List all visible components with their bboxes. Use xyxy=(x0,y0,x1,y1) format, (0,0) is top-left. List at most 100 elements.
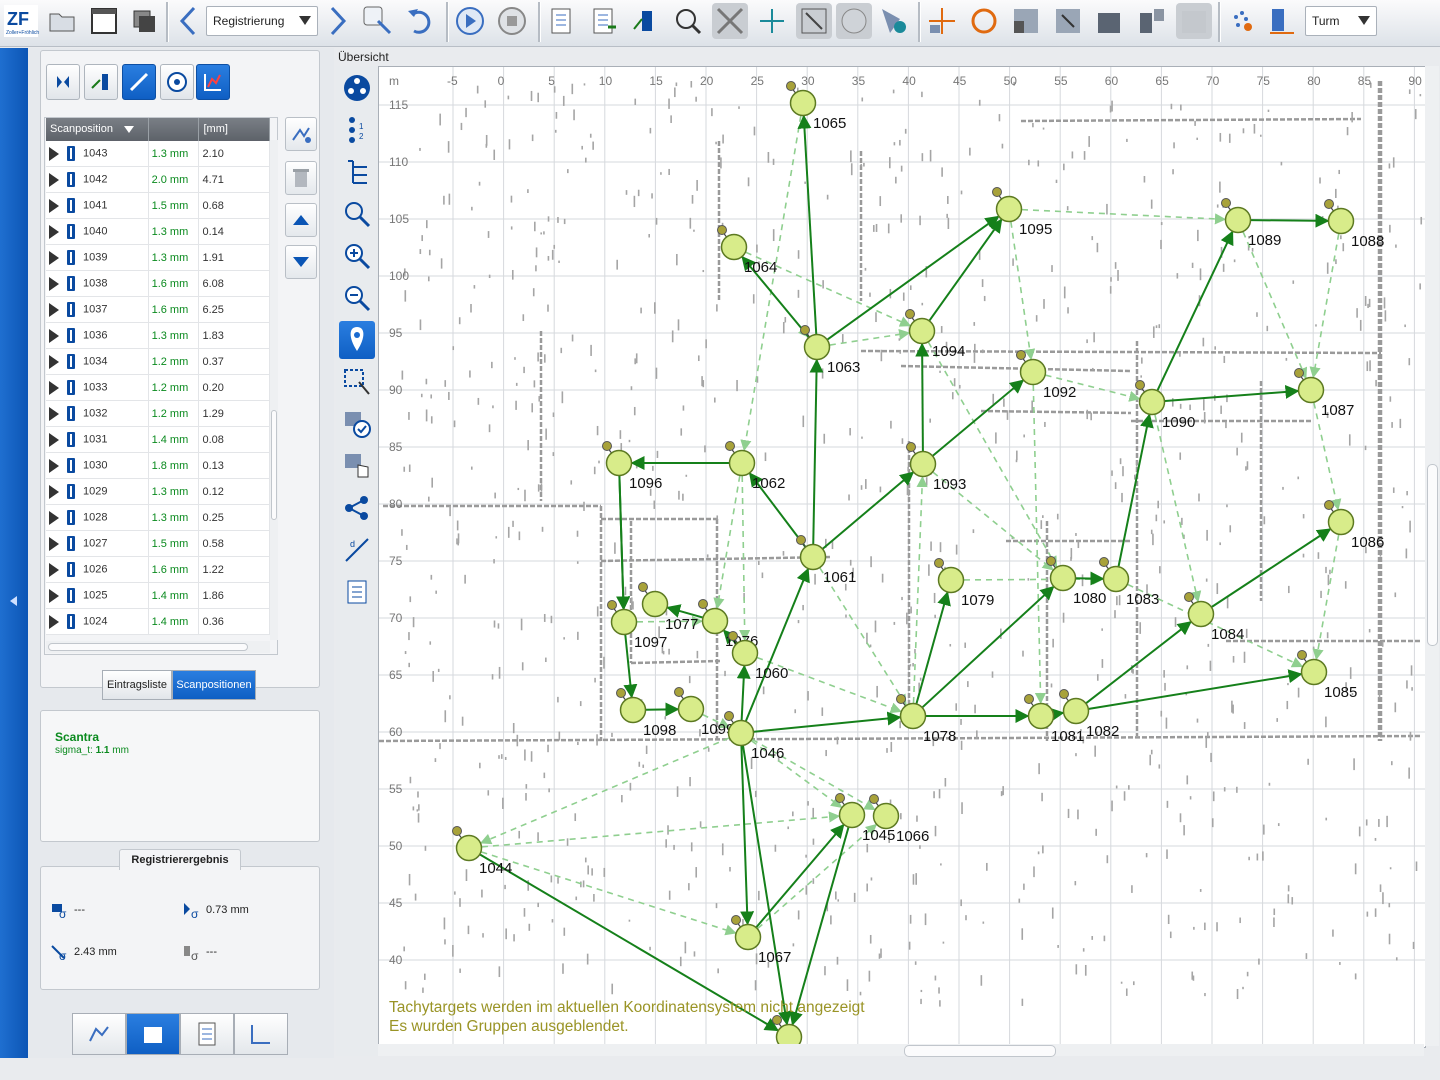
expand-icon[interactable] xyxy=(49,354,59,369)
registration-link[interactable] xyxy=(753,711,902,733)
registration-link[interactable] xyxy=(1164,384,1300,403)
expand-icon[interactable] xyxy=(49,614,59,629)
zoom-in-icon[interactable] xyxy=(339,237,375,275)
group-icon[interactable] xyxy=(1008,3,1044,39)
table-row[interactable]: 1028 1.3 mm 0.25 xyxy=(46,504,270,531)
candidate-link[interactable] xyxy=(829,328,911,346)
map-vertical-scrollbar[interactable] xyxy=(1425,66,1439,1046)
visibility-icon[interactable] xyxy=(876,3,912,39)
ruler-icon[interactable] xyxy=(1264,3,1300,39)
table-horizontal-scrollbar[interactable] xyxy=(46,641,270,653)
scan-node[interactable]: 1089 xyxy=(1221,198,1282,250)
pointcloud-icon[interactable] xyxy=(1224,3,1260,39)
candidate-link[interactable] xyxy=(481,851,737,936)
scan-node[interactable]: 1095 xyxy=(992,187,1053,239)
back-arrow-icon[interactable] xyxy=(170,3,206,39)
scan-node[interactable]: 1065 xyxy=(786,81,847,133)
move-up-button[interactable] xyxy=(285,203,317,237)
crosshair-icon[interactable] xyxy=(754,3,790,39)
table-vertical-scrollbar[interactable] xyxy=(270,140,278,640)
report-icon[interactable] xyxy=(339,573,375,611)
scan-mode-button[interactable] xyxy=(122,64,156,100)
expand-icon[interactable] xyxy=(49,276,59,291)
expand-icon[interactable] xyxy=(49,536,59,551)
scan-node[interactable]: 1062 xyxy=(725,441,786,493)
table-row[interactable]: 1030 1.8 mm 0.13 xyxy=(46,452,270,479)
table-row[interactable]: 1027 1.5 mm 0.58 xyxy=(46,530,270,557)
column-header-sigma[interactable] xyxy=(148,117,200,141)
bottom-tab-coordinates[interactable] xyxy=(234,1013,288,1055)
table-row[interactable]: 1037 1.6 mm 6.25 xyxy=(46,296,270,323)
view-select[interactable]: Turm xyxy=(1305,6,1377,36)
table-row[interactable]: 1029 1.3 mm 0.12 xyxy=(46,478,270,505)
candidate-link[interactable] xyxy=(757,823,878,930)
candidate-link[interactable] xyxy=(1242,231,1308,380)
location-pin-icon[interactable] xyxy=(339,321,375,359)
layers-icon[interactable] xyxy=(126,3,162,39)
cloud-icon[interactable] xyxy=(712,3,748,39)
scan-node[interactable]: 1064 xyxy=(717,225,778,277)
move-icon[interactable] xyxy=(924,3,960,39)
expand-icon[interactable] xyxy=(49,146,59,161)
table-row[interactable]: 1040 1.3 mm 0.14 xyxy=(46,218,270,245)
play-icon[interactable] xyxy=(452,3,488,39)
registration-link[interactable] xyxy=(1156,230,1234,391)
scan-node[interactable]: 1093 xyxy=(906,442,967,494)
registration-link[interactable] xyxy=(1075,571,1105,586)
scan-node[interactable]: 1085 xyxy=(1297,650,1358,702)
scan-node[interactable]: 1083 xyxy=(1099,557,1160,609)
registration-link[interactable] xyxy=(789,827,850,1026)
candidate-link[interactable] xyxy=(1032,384,1047,705)
column-header-mm[interactable]: [mm] xyxy=(198,117,270,141)
open-folder-icon[interactable] xyxy=(44,3,80,39)
expand-icon[interactable] xyxy=(49,406,59,421)
table-row[interactable]: 1024 1.4 mm 0.36 xyxy=(46,608,270,635)
scan-node[interactable]: 1090 xyxy=(1135,380,1196,432)
scan-node[interactable]: 1088 xyxy=(1324,199,1385,251)
scan-node[interactable]: 1046 xyxy=(724,711,785,763)
registration-link[interactable] xyxy=(616,475,631,611)
collapse-panel-strip[interactable] xyxy=(0,48,28,1058)
column-header-scanposition[interactable]: Scanposition xyxy=(46,117,149,141)
verify-icon[interactable] xyxy=(339,405,375,443)
registration-map[interactable]: -5 0 5 10 15 20 25 30 35 40 45 50 55 60 65 70 75 80 85 90 1… xyxy=(378,66,1426,1048)
bottom-tab-report[interactable] xyxy=(180,1013,234,1055)
expand-icon[interactable] xyxy=(49,224,59,239)
registration-link[interactable] xyxy=(915,591,951,704)
map-horizontal-scrollbar[interactable] xyxy=(378,1044,1424,1057)
delete-button[interactable] xyxy=(285,161,317,195)
table-row[interactable]: 1031 1.4 mm 0.08 xyxy=(46,426,270,453)
registration-link[interactable] xyxy=(797,114,818,335)
table-row[interactable]: 1036 1.3 mm 1.83 xyxy=(46,322,270,349)
export-icon[interactable] xyxy=(586,3,622,39)
forward-arrow-icon[interactable] xyxy=(320,3,356,39)
expand-icon[interactable] xyxy=(49,302,59,317)
table-row[interactable]: 1025 1.4 mm 1.86 xyxy=(46,582,270,609)
scan-node[interactable]: 1067 xyxy=(731,915,792,967)
ungroup-icon[interactable] xyxy=(1050,3,1086,39)
expand-icon[interactable] xyxy=(49,172,59,187)
registration-link[interactable] xyxy=(1250,213,1330,228)
registration-link[interactable] xyxy=(742,745,792,1026)
registration-link[interactable] xyxy=(822,471,915,550)
registration-link[interactable] xyxy=(809,358,824,545)
move-down-button[interactable] xyxy=(285,245,317,279)
registration-link[interactable] xyxy=(915,342,930,452)
candidate-link[interactable] xyxy=(912,475,928,704)
candidate-link[interactable] xyxy=(713,475,741,610)
candidate-link[interactable] xyxy=(819,567,907,706)
map-canvas[interactable]: -5 0 5 10 15 20 25 30 35 40 45 50 55 60 65 70 75 80 85 90 1… xyxy=(379,67,1425,1047)
table-row[interactable]: 1043 1.3 mm 2.10 xyxy=(46,141,270,167)
table-row[interactable]: 1041 1.5 mm 0.68 xyxy=(46,192,270,219)
filter-button[interactable] xyxy=(285,117,317,151)
expand-icon[interactable] xyxy=(49,432,59,447)
import-icon[interactable] xyxy=(544,3,580,39)
table-row[interactable]: 1042 2.0 mm 4.71 xyxy=(46,166,270,193)
expand-icon[interactable] xyxy=(49,510,59,525)
expand-icon[interactable] xyxy=(49,198,59,213)
distance-measure-icon[interactable]: d xyxy=(339,531,375,569)
registration-link[interactable] xyxy=(1088,669,1303,710)
registration-link[interactable] xyxy=(736,664,751,721)
pan-hand-icon[interactable] xyxy=(339,447,375,485)
registration-link[interactable] xyxy=(928,218,1003,321)
